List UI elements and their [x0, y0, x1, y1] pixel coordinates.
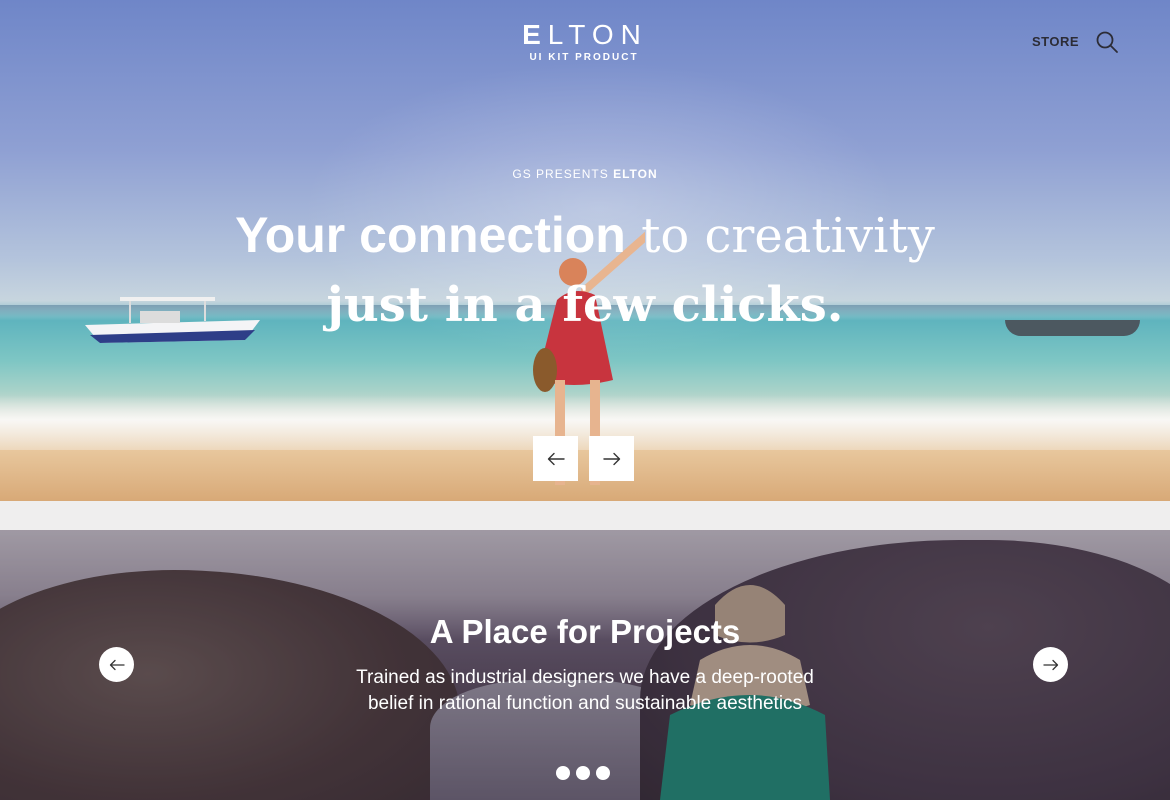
slider-title: A Place for Projects [429, 613, 741, 650]
slider-next-button[interactable] [1033, 647, 1068, 682]
logo-first-letter: E [522, 19, 548, 50]
arrow-left-icon [547, 452, 565, 465]
hero-section: ELTON UI KIT PRODUCT STORE GS PRESENTS E… [0, 0, 1170, 501]
arrow-right-icon [602, 452, 620, 465]
hero-next-button[interactable] [589, 436, 634, 481]
nav-store-link[interactable]: STORE [1032, 34, 1079, 49]
slider-dots [556, 766, 610, 780]
hero-prev-button[interactable] [533, 436, 578, 481]
logo-tagline: UI KIT PRODUCT [529, 52, 639, 63]
hero-title-line2: just in a few clicks. [326, 277, 844, 333]
arrow-left-icon [109, 659, 125, 670]
logo[interactable]: ELTON UI KIT PRODUCT [0, 20, 1170, 64]
slider-dot-2[interactable] [576, 766, 590, 780]
hero-title: Your connection to creativity just in a … [0, 203, 1170, 337]
slider-prev-button[interactable] [99, 647, 134, 682]
hero-title-serif: to creativity [625, 208, 935, 264]
slider-description-line2: belief in rational function and sustaina… [367, 693, 803, 714]
slider-description: Trained as industrial designers we have … [320, 665, 850, 717]
slider-dot-3[interactable] [596, 766, 610, 780]
hero-eyebrow-brand: ELTON [613, 167, 658, 181]
hero-title-bold: Your connection [235, 207, 626, 263]
slider-description-line1: Trained as industrial designers we have … [356, 667, 814, 688]
logo-rest: LTON [547, 19, 648, 50]
hero-eyebrow: GS PRESENTS ELTON [0, 167, 1170, 181]
search-icon[interactable] [1095, 30, 1119, 54]
slider-dot-1[interactable] [556, 766, 570, 780]
logo-wordmark: ELTON [522, 20, 648, 50]
arrow-right-icon [1042, 659, 1058, 670]
hero-eyebrow-prefix: GS PRESENTS [512, 167, 614, 181]
